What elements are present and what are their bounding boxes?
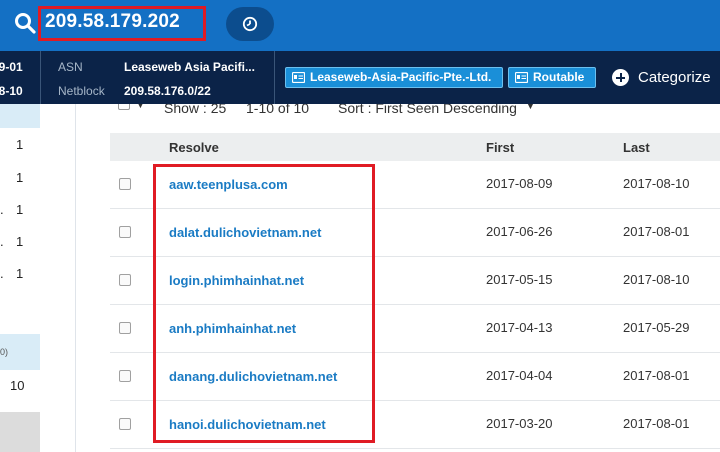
netblock-label: Netblock — [58, 84, 105, 98]
first-seen: 2017-04-13 — [486, 320, 553, 335]
asn-value[interactable]: Leaseweb Asia Pacifi... — [124, 60, 255, 74]
netblock-value[interactable]: 209.58.176.0/22 — [124, 84, 211, 98]
column-header-last[interactable]: Last — [623, 140, 650, 155]
asn-label: ASN — [58, 60, 83, 74]
chevron-down-icon[interactable]: ▼ — [136, 104, 145, 110]
left-count: 1 — [16, 234, 24, 249]
column-header-first[interactable]: First — [486, 140, 514, 155]
left-count: 1 — [16, 137, 24, 152]
left-count: 1 — [16, 170, 24, 185]
id-card-icon — [515, 72, 528, 83]
last-seen: 2017-08-10 — [623, 272, 690, 287]
row-checkbox[interactable] — [119, 178, 131, 190]
row-checkbox[interactable] — [119, 226, 131, 238]
left-ellipsis: . — [0, 202, 4, 217]
last-seen-date: 08-10 — [0, 84, 23, 98]
sort-selector[interactable]: Sort : First Seen Descending — [338, 104, 517, 116]
results-toolbar: ▼ Show : 25 1-10 of 10 Sort : First Seen… — [76, 104, 720, 120]
last-seen: 2017-05-29 — [623, 320, 690, 335]
page-size-selector[interactable]: Show : 25 — [164, 104, 226, 116]
chevron-down-icon[interactable]: ▼ — [526, 104, 535, 111]
left-ellipsis: . — [0, 234, 4, 249]
history-button[interactable] — [226, 7, 274, 41]
left-panel-footer — [0, 412, 40, 452]
last-seen: 2017-08-01 — [623, 416, 690, 431]
last-seen: 2017-08-01 — [623, 368, 690, 383]
tag-routable[interactable]: Routable — [508, 67, 596, 88]
categorize-label: Categorize — [638, 69, 711, 86]
first-seen: 2017-04-04 — [486, 368, 553, 383]
first-seen: 2017-06-26 — [486, 224, 553, 239]
search-highlight-box — [38, 6, 206, 41]
select-all-checkbox[interactable] — [118, 104, 130, 110]
search-icon[interactable] — [14, 12, 36, 34]
left-panel — [0, 104, 76, 452]
column-header-resolve[interactable]: Resolve — [169, 140, 219, 155]
first-seen-date: 09-01 — [0, 60, 23, 74]
left-total-count: 10 — [10, 378, 25, 393]
row-checkbox[interactable] — [119, 274, 131, 286]
resolve-highlight-box — [153, 164, 375, 443]
first-seen: 2017-08-09 — [486, 176, 553, 191]
tag-label: Routable — [533, 70, 585, 84]
tag-leaseweb[interactable]: Leaseweb-Asia-Pacific-Pte.-Ltd. — [285, 67, 503, 88]
last-seen: 2017-08-01 — [623, 224, 690, 239]
first-seen: 2017-03-20 — [486, 416, 553, 431]
tag-label: Leaseweb-Asia-Pacific-Pte.-Ltd. — [310, 70, 492, 84]
plus-circle-icon — [612, 69, 629, 86]
clock-icon — [242, 16, 258, 32]
left-panel-selected-band — [0, 104, 40, 128]
left-small-text: 0) — [0, 347, 9, 357]
row-checkbox[interactable] — [119, 322, 131, 334]
row-checkbox[interactable] — [119, 418, 131, 430]
row-checkbox[interactable] — [119, 370, 131, 382]
left-count: 1 — [16, 202, 24, 217]
info-divider — [40, 51, 41, 104]
last-seen: 2017-08-10 — [623, 176, 690, 191]
left-count: 1 — [16, 266, 24, 281]
result-range: 1-10 of 10 — [246, 104, 310, 116]
left-ellipsis: . — [0, 266, 4, 281]
id-card-icon — [292, 72, 305, 83]
first-seen: 2017-05-15 — [486, 272, 553, 287]
info-divider — [274, 51, 275, 104]
